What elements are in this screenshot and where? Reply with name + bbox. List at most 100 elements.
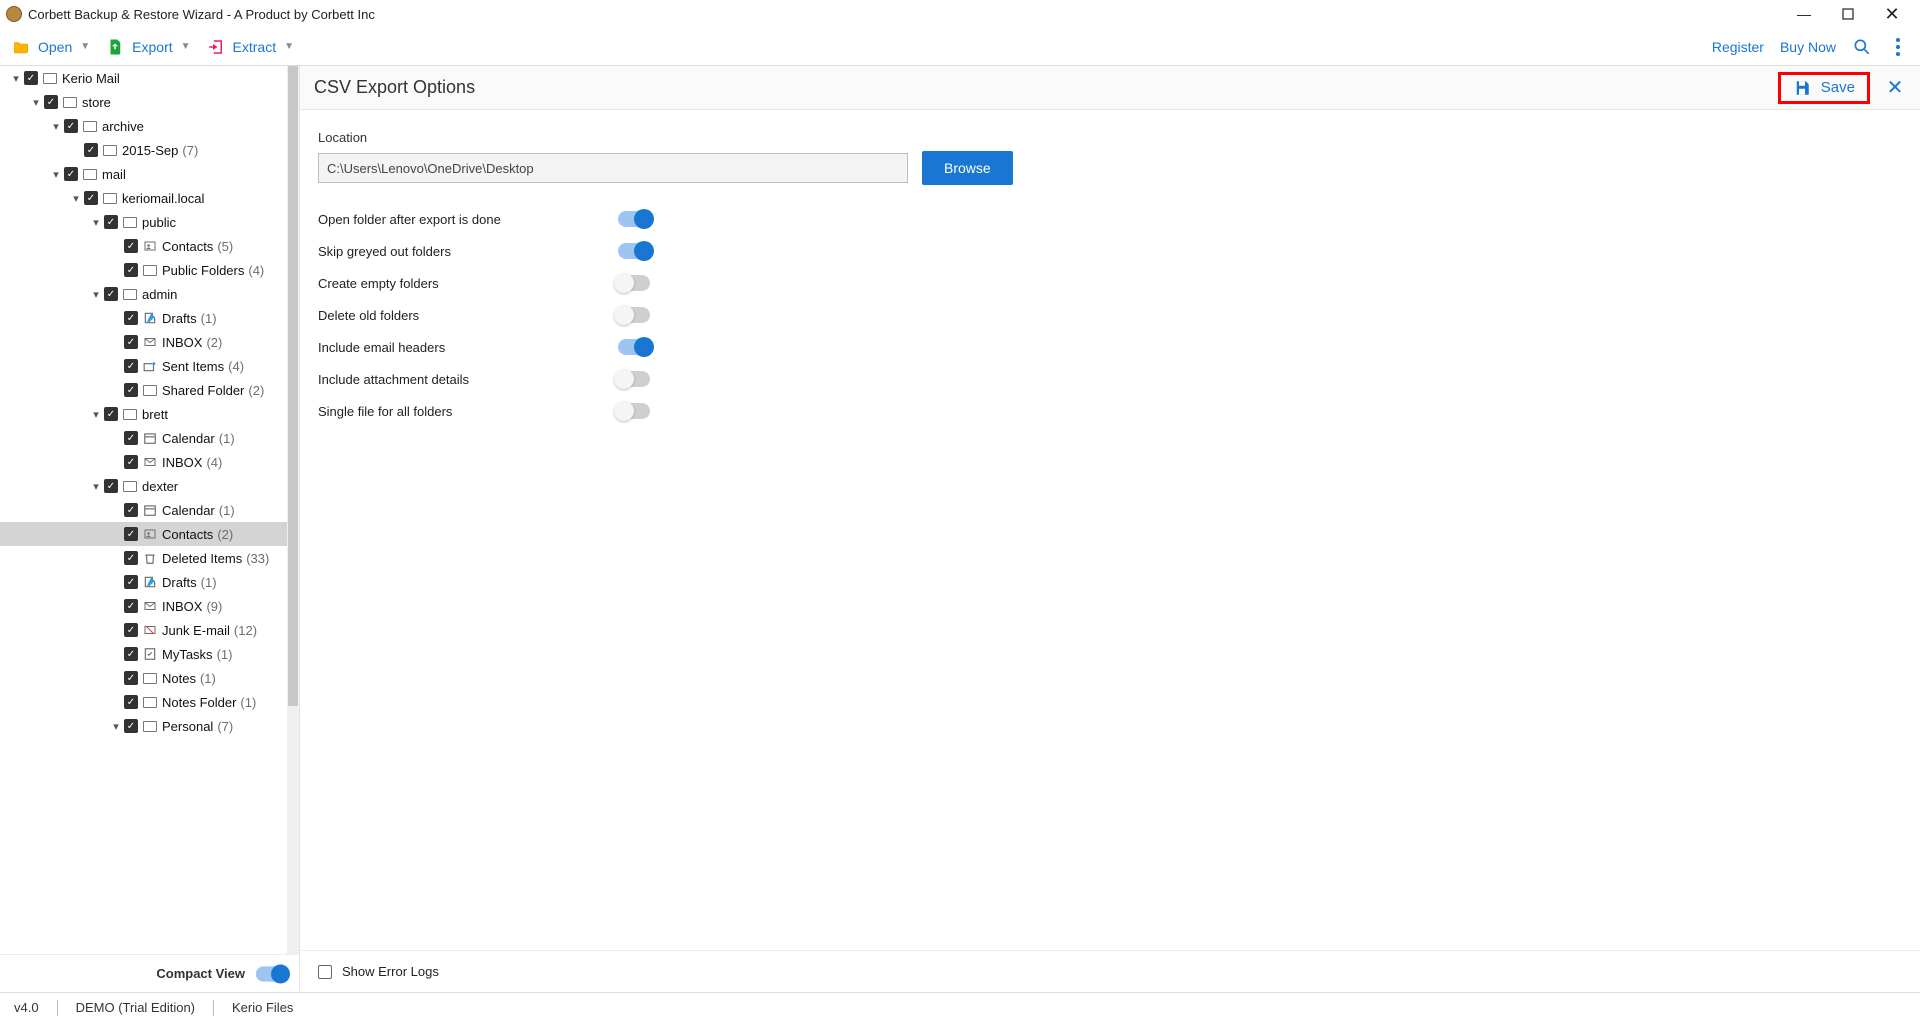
window-close-button[interactable]: ✕ (1870, 0, 1914, 28)
compact-view-toggle[interactable] (256, 966, 286, 981)
tree-item[interactable]: ✓Deleted Items(33) (0, 546, 299, 570)
tree-item[interactable]: ✓MyTasks(1) (0, 642, 299, 666)
export-button[interactable]: Export ▼ (106, 38, 190, 56)
tree-item[interactable]: ✓INBOX(2) (0, 330, 299, 354)
show-error-logs-checkbox[interactable] (318, 965, 332, 979)
tree-item[interactable]: ✓Notes Folder(1) (0, 690, 299, 714)
tree-checkbox[interactable]: ✓ (124, 599, 138, 613)
tree-checkbox[interactable]: ✓ (124, 503, 138, 517)
option-toggle[interactable] (618, 339, 650, 355)
tree-item[interactable]: ✓Calendar(1) (0, 498, 299, 522)
location-input[interactable] (318, 153, 908, 183)
tree-item[interactable]: ✓INBOX(4) (0, 450, 299, 474)
tree-scrollbar-track[interactable] (287, 66, 299, 954)
register-link[interactable]: Register (1712, 39, 1764, 55)
expand-arrow-icon[interactable]: ▾ (90, 480, 102, 493)
tree-item[interactable]: ✓Sent Items(4) (0, 354, 299, 378)
save-button[interactable]: Save (1778, 72, 1870, 104)
tree-item[interactable]: ▾✓mail (0, 162, 299, 186)
tree-checkbox[interactable]: ✓ (124, 623, 138, 637)
tree-checkbox[interactable]: ✓ (84, 143, 98, 157)
folder-icon (122, 478, 138, 494)
expand-arrow-icon[interactable]: ▾ (50, 168, 62, 181)
minimize-button[interactable]: — (1782, 0, 1826, 28)
tree-item-label: Calendar (162, 431, 215, 446)
option-toggle[interactable] (618, 371, 650, 387)
expand-arrow-icon[interactable]: ▾ (90, 216, 102, 229)
tree-scrollbar-thumb[interactable] (288, 66, 298, 706)
tree-checkbox[interactable]: ✓ (44, 95, 58, 109)
tree-item[interactable]: ✓Drafts(1) (0, 306, 299, 330)
status-source: Kerio Files (232, 1000, 293, 1015)
tree-item[interactable]: ▾✓store (0, 90, 299, 114)
option-toggle[interactable] (618, 243, 650, 259)
extract-button[interactable]: Extract ▼ (207, 38, 294, 56)
tree-item[interactable]: ▾✓public (0, 210, 299, 234)
option-toggle[interactable] (618, 211, 650, 227)
panel-close-button[interactable]: ✕ (1884, 77, 1906, 99)
tree-item[interactable]: ▾✓dexter (0, 474, 299, 498)
browse-button[interactable]: Browse (922, 151, 1013, 185)
tree-checkbox[interactable]: ✓ (64, 167, 78, 181)
tree-checkbox[interactable]: ✓ (124, 551, 138, 565)
folder-tree[interactable]: ▾✓Kerio Mail▾✓store▾✓archive✓2015-Sep(7)… (0, 66, 299, 954)
tree-item[interactable]: ✓Notes(1) (0, 666, 299, 690)
tree-checkbox[interactable]: ✓ (124, 239, 138, 253)
tree-item[interactable]: ✓2015-Sep(7) (0, 138, 299, 162)
option-toggle[interactable] (618, 275, 650, 291)
tree-item[interactable]: ▾✓keriomail.local (0, 186, 299, 210)
expand-arrow-icon[interactable]: ▾ (10, 72, 22, 85)
tree-checkbox[interactable]: ✓ (124, 527, 138, 541)
tree-item[interactable]: ✓Junk E-mail(12) (0, 618, 299, 642)
tree-checkbox[interactable]: ✓ (124, 359, 138, 373)
buy-now-link[interactable]: Buy Now (1780, 39, 1836, 55)
expand-arrow-icon[interactable]: ▾ (70, 192, 82, 205)
expand-arrow-icon[interactable]: ▾ (90, 288, 102, 301)
tree-item[interactable]: ▾✓Personal(7) (0, 714, 299, 738)
tree-checkbox[interactable]: ✓ (24, 71, 38, 85)
folder-icon (82, 118, 98, 134)
open-label: Open (38, 39, 72, 55)
tree-checkbox[interactable]: ✓ (104, 215, 118, 229)
tree-item[interactable]: ▾✓archive (0, 114, 299, 138)
folder-icon (122, 214, 138, 230)
tree-checkbox[interactable]: ✓ (104, 287, 118, 301)
tree-checkbox[interactable]: ✓ (124, 719, 138, 733)
tree-checkbox[interactable]: ✓ (124, 455, 138, 469)
tree-checkbox[interactable]: ✓ (84, 191, 98, 205)
option-toggle[interactable] (618, 403, 650, 419)
tree-checkbox[interactable]: ✓ (104, 407, 118, 421)
expand-arrow-icon[interactable]: ▾ (30, 96, 42, 109)
tree-item[interactable]: ✓Drafts(1) (0, 570, 299, 594)
more-menu-button[interactable] (1888, 37, 1908, 57)
open-button[interactable]: Open ▼ (12, 38, 90, 56)
tree-checkbox[interactable]: ✓ (124, 671, 138, 685)
tree-item[interactable]: ▾✓brett (0, 402, 299, 426)
search-icon[interactable] (1852, 37, 1872, 57)
tree-checkbox[interactable]: ✓ (124, 335, 138, 349)
tree-checkbox[interactable]: ✓ (124, 311, 138, 325)
tree-item[interactable]: ✓Contacts(5) (0, 234, 299, 258)
tree-item[interactable]: ▾✓Kerio Mail (0, 66, 299, 90)
tree-checkbox[interactable]: ✓ (124, 647, 138, 661)
maximize-button[interactable] (1826, 0, 1870, 28)
tree-item[interactable]: ✓Shared Folder(2) (0, 378, 299, 402)
option-row: Open folder after export is done (318, 203, 1902, 235)
tree-item[interactable]: ✓Calendar(1) (0, 426, 299, 450)
tree-checkbox[interactable]: ✓ (124, 575, 138, 589)
tree-checkbox[interactable]: ✓ (124, 383, 138, 397)
tree-item[interactable]: ▾✓admin (0, 282, 299, 306)
expand-arrow-icon[interactable]: ▾ (90, 408, 102, 421)
tree-checkbox[interactable]: ✓ (124, 695, 138, 709)
tree-checkbox[interactable]: ✓ (104, 479, 118, 493)
expand-arrow-icon[interactable]: ▾ (50, 120, 62, 133)
tree-item[interactable]: ✓INBOX(9) (0, 594, 299, 618)
tree-item[interactable]: ✓Contacts(2) (0, 522, 299, 546)
tree-checkbox[interactable]: ✓ (124, 431, 138, 445)
expand-arrow-icon[interactable]: ▾ (110, 720, 122, 733)
tree-checkbox[interactable]: ✓ (124, 263, 138, 277)
tree-checkbox[interactable]: ✓ (64, 119, 78, 133)
compact-view-label: Compact View (156, 966, 245, 981)
tree-item[interactable]: ✓Public Folders(4) (0, 258, 299, 282)
option-toggle[interactable] (618, 307, 650, 323)
